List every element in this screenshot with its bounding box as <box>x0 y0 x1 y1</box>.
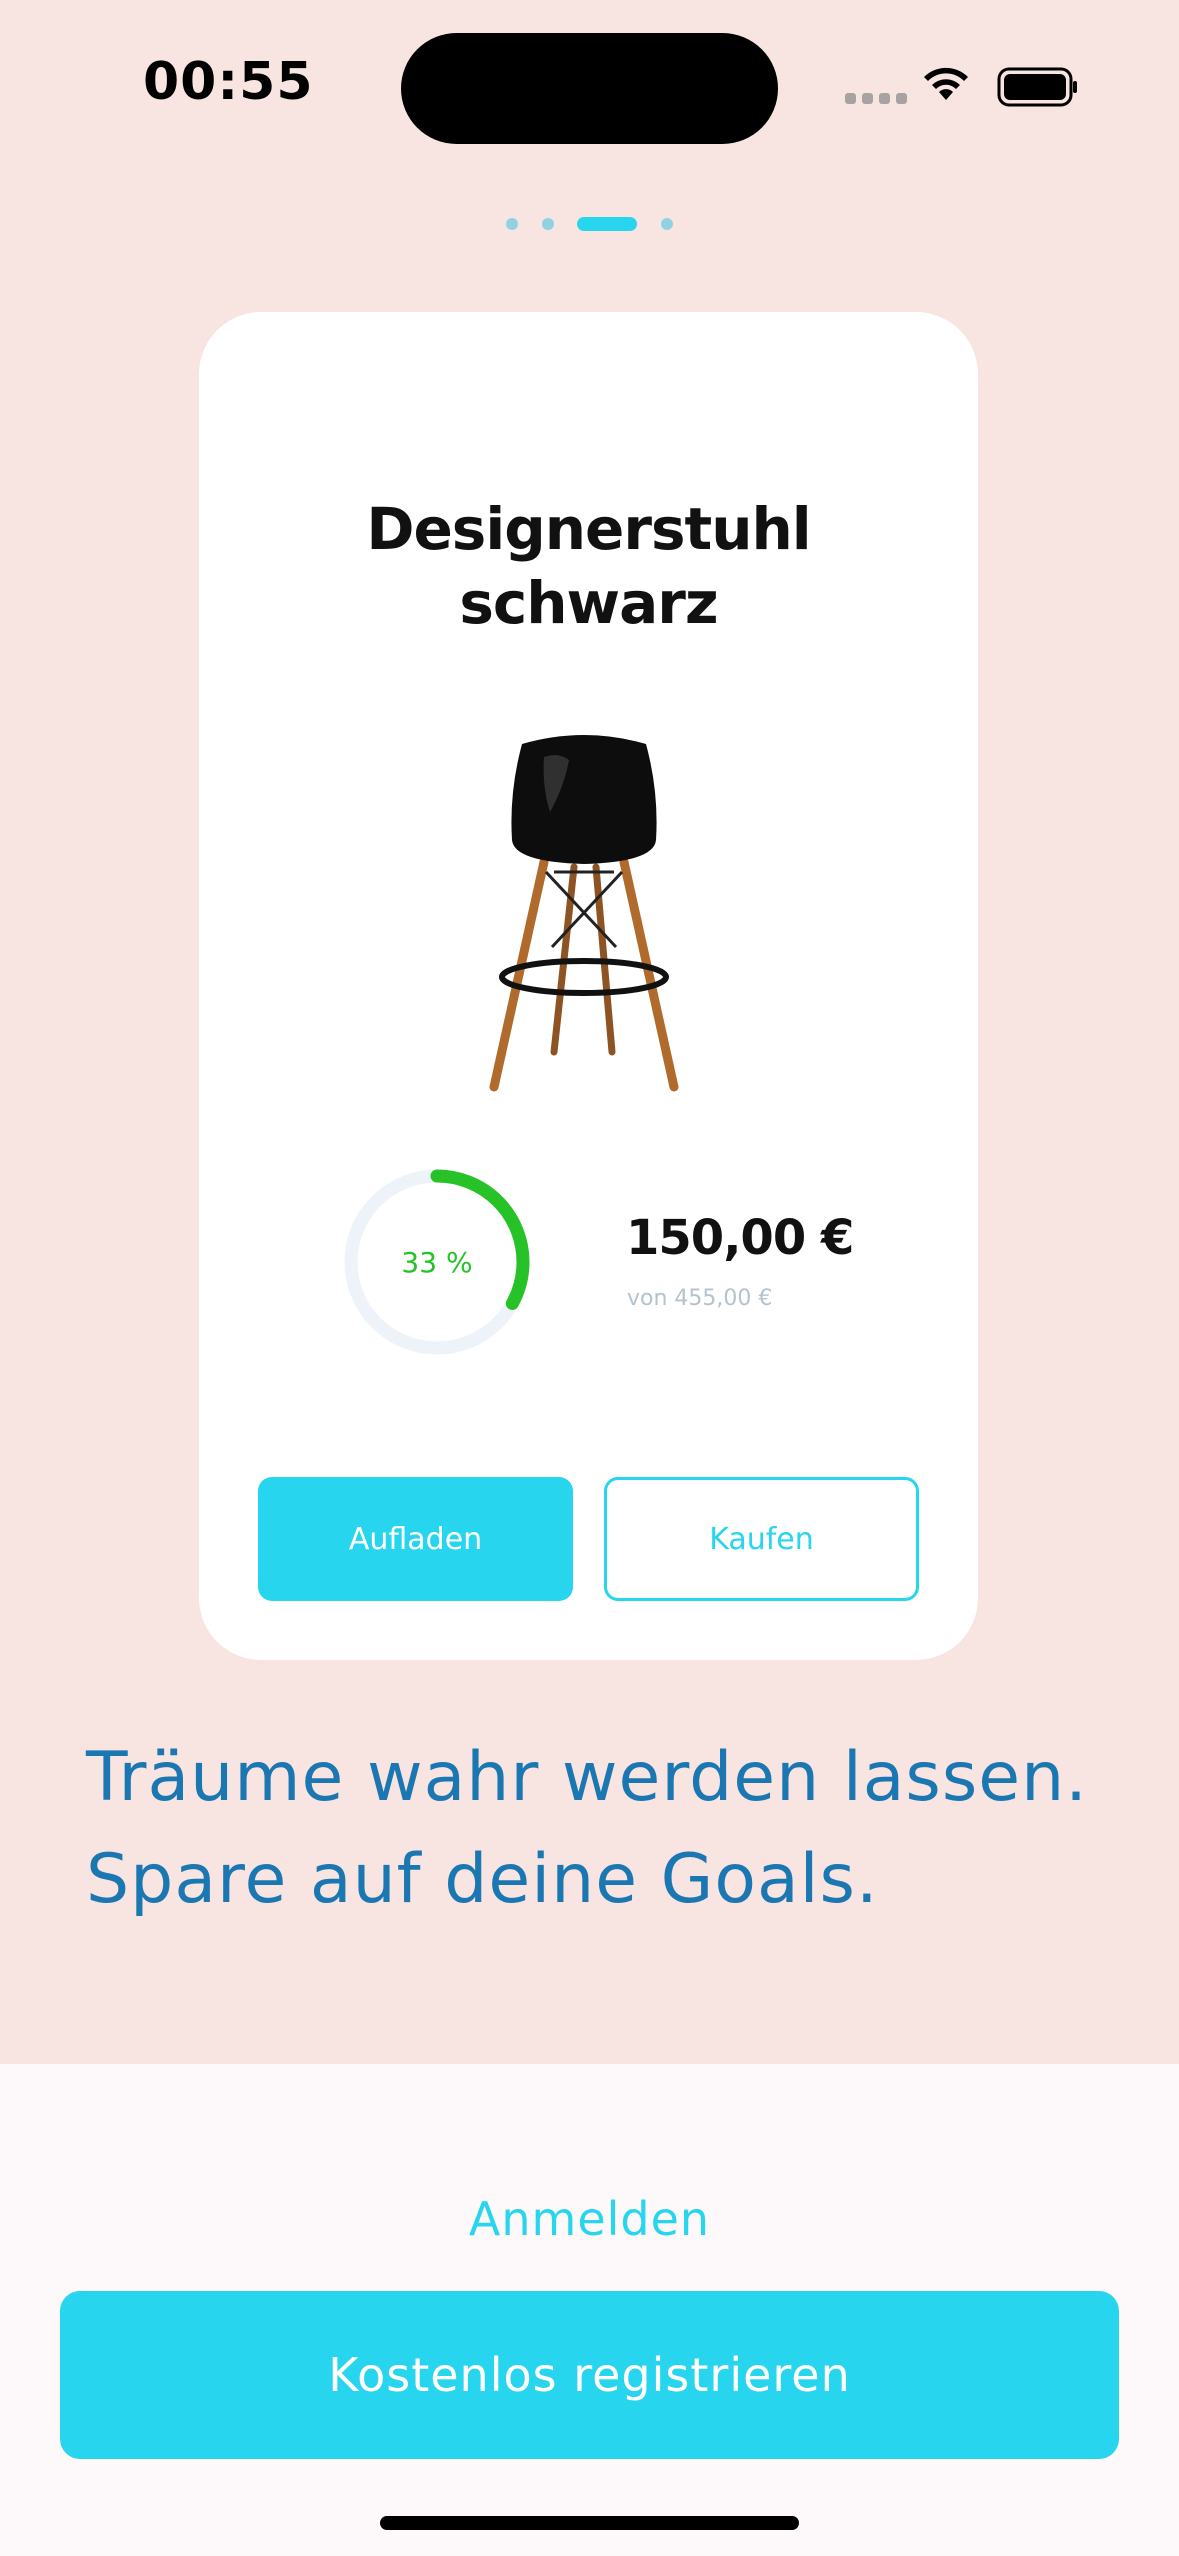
home-indicator[interactable] <box>380 2516 799 2530</box>
product-title-line1: Designerstuhl <box>366 495 811 563</box>
tagline-line1: Träume wahr werden lassen. <box>86 1738 1088 1817</box>
cellular-signal-icon <box>845 93 907 104</box>
buy-button[interactable]: Kaufen <box>604 1477 919 1601</box>
page-dot-4[interactable] <box>661 218 673 230</box>
status-time: 00:55 <box>143 52 314 112</box>
product-goal-card: Designerstuhl schwarz 33 % 150,00 € von … <box>199 312 978 1660</box>
page-dot-1[interactable] <box>506 218 518 230</box>
status-bar: 00:55 <box>0 0 1179 180</box>
page-dot-3-active[interactable] <box>577 217 637 231</box>
battery-icon <box>997 67 1077 107</box>
onboarding-tagline: Träume wahr werden lassen. Spare auf dei… <box>86 1727 1126 1931</box>
product-title: Designerstuhl schwarz <box>199 492 978 640</box>
progress-percent: 33 % <box>401 1245 473 1279</box>
target-amount: von 455,00 € <box>627 1286 773 1311</box>
topup-button[interactable]: Aufladen <box>258 1477 573 1601</box>
chair-image <box>489 735 679 1092</box>
saved-amount: 150,00 € <box>626 1210 854 1266</box>
tagline-line2: Spare auf deine Goals. <box>86 1840 879 1919</box>
page-dot-2[interactable] <box>542 218 554 230</box>
wifi-icon <box>924 67 968 100</box>
page-indicator[interactable] <box>0 214 1179 234</box>
dynamic-island <box>401 33 778 144</box>
login-link[interactable]: Anmelden <box>0 2192 1179 2246</box>
product-title-line2: schwarz <box>459 569 718 637</box>
register-button[interactable]: Kostenlos registrieren <box>60 2291 1119 2459</box>
